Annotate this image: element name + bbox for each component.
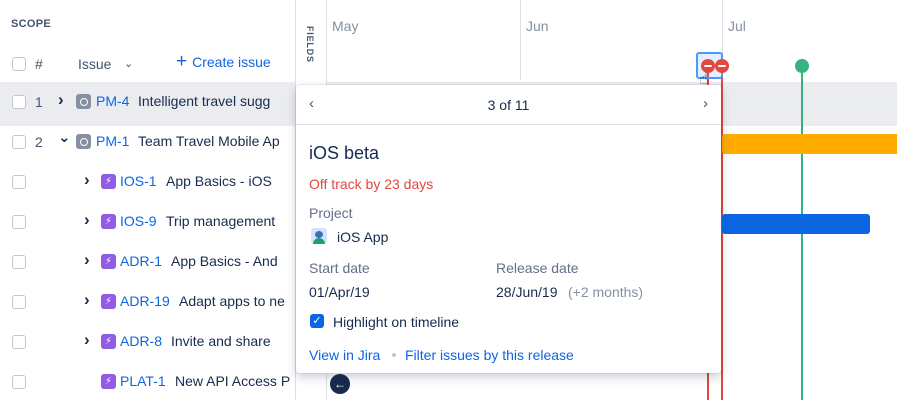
lightning-icon: ⚡	[101, 214, 116, 229]
table-row[interactable]: › ⚡ IOS-9 Trip management	[0, 202, 295, 242]
issue-title: Trip management	[166, 213, 276, 229]
filter-issues-link[interactable]: Filter issues by this release	[405, 347, 574, 363]
table-row[interactable]: ⚡ PLAT-1 New API Access P	[0, 362, 295, 400]
month-label-jul: Jul	[728, 18, 746, 34]
project-avatar-icon	[311, 228, 327, 244]
month-divider	[520, 0, 521, 80]
start-date-value: 01/Apr/19	[309, 284, 370, 300]
release-date-value: 28/Jun/19	[496, 284, 558, 300]
row-checkbox[interactable]	[12, 295, 26, 309]
scope-header: # Issue ⌄ + Create issue	[0, 48, 295, 80]
row-checkbox[interactable]	[12, 255, 26, 269]
chevron-down-icon[interactable]: ⌄	[58, 128, 71, 146]
select-all-checkbox[interactable]	[12, 57, 26, 71]
chevron-right-icon[interactable]: ›	[58, 90, 64, 110]
table-row[interactable]: › ⚡ ADR-19 Adapt apps to ne	[0, 282, 295, 322]
issue-key-link[interactable]: PLAT-1	[120, 373, 166, 389]
row-rank: 1	[35, 94, 43, 110]
start-date-label: Start date	[309, 260, 370, 276]
chevron-right-icon[interactable]: ›	[84, 250, 90, 270]
epic-icon	[76, 134, 91, 149]
lightning-icon: ⚡	[101, 334, 116, 349]
issue-key-link[interactable]: PM-4	[96, 93, 129, 109]
table-row[interactable]: › ⚡ IOS-1 App Basics - iOS	[0, 162, 295, 202]
highlight-label[interactable]: Highlight on timeline	[333, 314, 459, 330]
row-checkbox[interactable]	[12, 375, 26, 389]
table-row[interactable]: 1 › PM-4 Intelligent travel sugg	[0, 82, 295, 126]
release-offtrack-icon[interactable]	[715, 59, 729, 73]
table-row[interactable]: › ⚡ ADR-1 App Basics - And	[0, 242, 295, 282]
release-name: iOS beta	[309, 143, 380, 163]
release-date-label: Release date	[496, 260, 579, 276]
issue-key-link[interactable]: ADR-19	[120, 293, 170, 309]
fields-label: FIELDS	[305, 26, 315, 63]
issue-column-header[interactable]: Issue	[78, 56, 111, 72]
popover-nav: ‹ 3 of 11 ›	[296, 85, 721, 125]
link-separator	[392, 353, 396, 357]
issue-key-link[interactable]: PM-1	[96, 133, 129, 149]
story-bar-ios-9[interactable]	[722, 214, 870, 234]
release-ontrack-icon[interactable]	[795, 59, 809, 73]
issue-key-link[interactable]: ADR-1	[120, 253, 162, 269]
issue-title: Adapt apps to ne	[179, 293, 285, 309]
create-issue-label: Create issue	[192, 54, 271, 70]
table-row[interactable]: › ⚡ ADR-8 Invite and share	[0, 322, 295, 362]
issue-title: Intelligent travel sugg	[138, 93, 271, 109]
release-counter: 3 of 11	[487, 97, 530, 113]
issue-key-link[interactable]: IOS-9	[120, 213, 157, 229]
epic-icon	[76, 94, 91, 109]
issue-key-link[interactable]: IOS-1	[120, 173, 157, 189]
release-date-offset: (+2 months)	[568, 284, 644, 300]
release-line-offtrack	[721, 70, 723, 400]
row-checkbox[interactable]	[12, 175, 26, 189]
row-checkbox[interactable]	[12, 335, 26, 349]
chevron-down-icon[interactable]: ⌄	[124, 57, 133, 70]
row-checkbox[interactable]	[12, 135, 26, 149]
issue-title: App Basics - iOS	[166, 173, 272, 189]
month-label-jun: Jun	[526, 18, 549, 34]
lightning-icon: ⚡	[101, 254, 116, 269]
issue-title: Team Travel Mobile Ap	[138, 133, 280, 149]
chevron-right-icon[interactable]: ›	[84, 290, 90, 310]
month-label-may: May	[332, 18, 359, 34]
lightning-icon: ⚡	[101, 174, 116, 189]
plus-icon: +	[176, 51, 188, 72]
row-checkbox[interactable]	[12, 215, 26, 229]
chevron-right-icon[interactable]: ›	[84, 170, 90, 190]
chevron-right-icon[interactable]: ›	[703, 95, 708, 112]
release-popover: ‹ 3 of 11 › iOS beta Off track by 23 day…	[296, 85, 721, 373]
lightning-icon: ⚡	[101, 374, 116, 389]
highlight-checkbox[interactable]: ✓	[310, 314, 324, 328]
scroll-to-bar-button[interactable]: ←	[330, 374, 350, 394]
scope-panel: SCOPE # Issue ⌄ + Create issue 1 › PM-4 Int…	[0, 0, 295, 400]
rank-header: #	[35, 56, 43, 72]
issue-title: New API Access P	[175, 373, 291, 389]
row-rank: 2	[35, 134, 43, 150]
project-label: Project	[309, 205, 353, 221]
release-status: Off track by 23 days	[309, 176, 434, 192]
scope-title: SCOPE	[11, 18, 52, 30]
project-name: iOS App	[337, 229, 389, 245]
issue-key-link[interactable]: ADR-8	[120, 333, 162, 349]
lightning-icon: ⚡	[101, 294, 116, 309]
issue-title: Invite and share	[171, 333, 271, 349]
row-checkbox[interactable]	[12, 95, 26, 109]
create-issue-button[interactable]: + Create issue	[176, 51, 271, 72]
table-row[interactable]: 2 ⌄ PM-1 Team Travel Mobile Ap	[0, 122, 295, 162]
view-in-jira-link[interactable]: View in Jira	[309, 347, 380, 363]
chevron-right-icon[interactable]: ›	[84, 210, 90, 230]
chevron-right-icon[interactable]: ›	[84, 330, 90, 350]
epic-bar-pm-1[interactable]	[722, 134, 897, 154]
issue-title: App Basics - And	[171, 253, 278, 269]
